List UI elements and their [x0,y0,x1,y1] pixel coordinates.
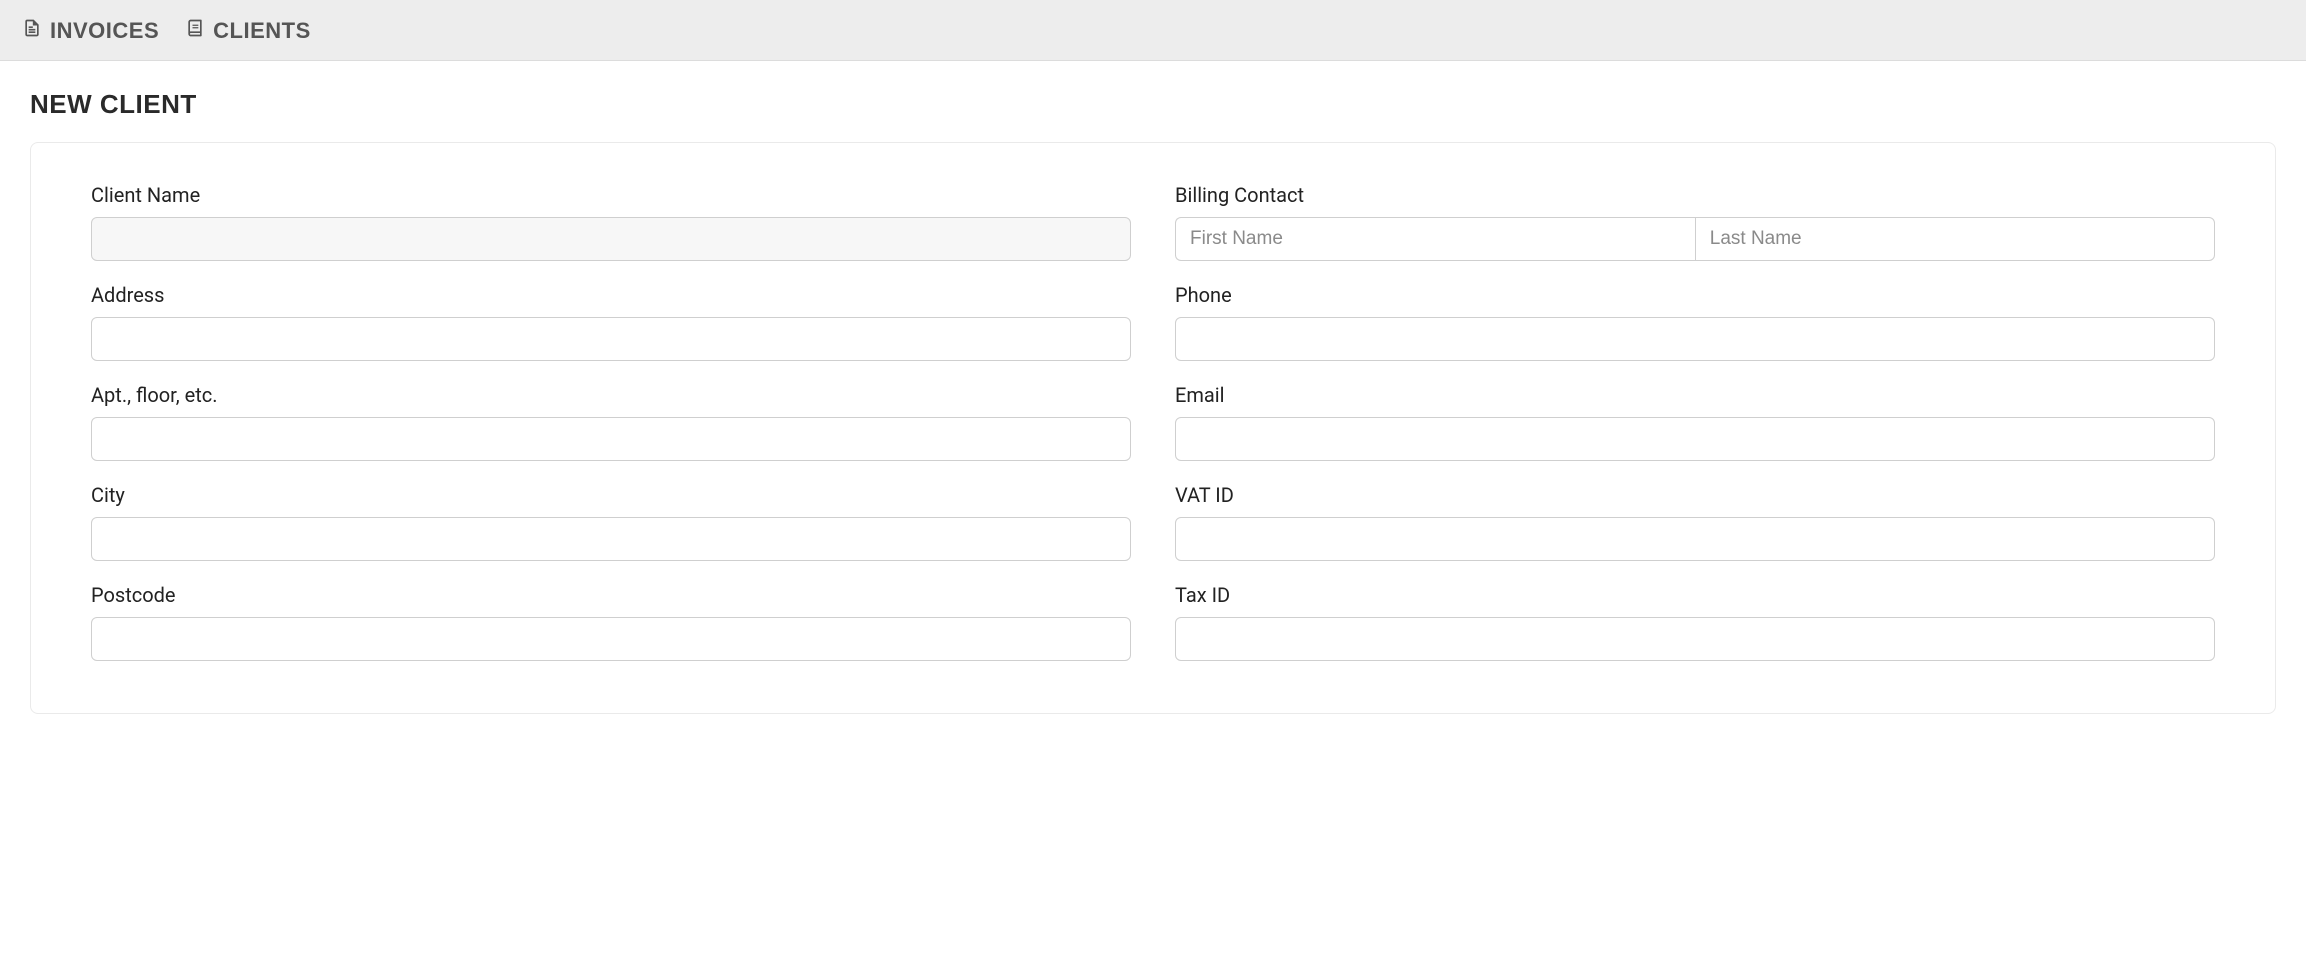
client-name-input[interactable] [91,217,1131,261]
page-title: NEW CLIENT [30,89,2276,120]
apt-input[interactable] [91,417,1131,461]
group-billing-contact: Billing Contact [1175,183,2215,261]
city-input[interactable] [91,517,1131,561]
label-email: Email [1175,383,2215,407]
group-vat-id: VAT ID [1175,483,2215,561]
label-phone: Phone [1175,283,2215,307]
label-billing-contact: Billing Contact [1175,183,2215,207]
group-address: Address [91,283,1131,361]
billing-contact-name-row [1175,217,2215,261]
form-left-column: Client Name Address Apt., floor, etc. Ci… [91,183,1131,683]
group-client-name: Client Name [91,183,1131,261]
group-phone: Phone [1175,283,2215,361]
top-nav: INVOICES CLIENTS [0,0,2306,61]
page-content: NEW CLIENT Client Name Address Apt., flo… [0,61,2306,754]
group-tax-id: Tax ID [1175,583,2215,661]
nav-invoices[interactable]: INVOICES [22,18,159,44]
document-icon [22,18,42,44]
label-client-name: Client Name [91,183,1131,207]
label-address: Address [91,283,1131,307]
label-vat-id: VAT ID [1175,483,2215,507]
tax-id-input[interactable] [1175,617,2215,661]
book-icon [185,18,205,44]
postcode-input[interactable] [91,617,1131,661]
phone-input[interactable] [1175,317,2215,361]
form-grid: Client Name Address Apt., floor, etc. Ci… [91,183,2215,683]
form-card: Client Name Address Apt., floor, etc. Ci… [30,142,2276,714]
nav-clients-label: CLIENTS [213,18,311,44]
email-input[interactable] [1175,417,2215,461]
first-name-input[interactable] [1175,217,1695,261]
address-input[interactable] [91,317,1131,361]
label-tax-id: Tax ID [1175,583,2215,607]
group-apt: Apt., floor, etc. [91,383,1131,461]
label-apt: Apt., floor, etc. [91,383,1131,407]
vat-id-input[interactable] [1175,517,2215,561]
group-email: Email [1175,383,2215,461]
label-postcode: Postcode [91,583,1131,607]
form-right-column: Billing Contact Phone Email VAT ID [1175,183,2215,683]
nav-clients[interactable]: CLIENTS [185,18,311,44]
last-name-input[interactable] [1695,217,2215,261]
group-city: City [91,483,1131,561]
label-city: City [91,483,1131,507]
group-postcode: Postcode [91,583,1131,661]
nav-invoices-label: INVOICES [50,18,159,44]
